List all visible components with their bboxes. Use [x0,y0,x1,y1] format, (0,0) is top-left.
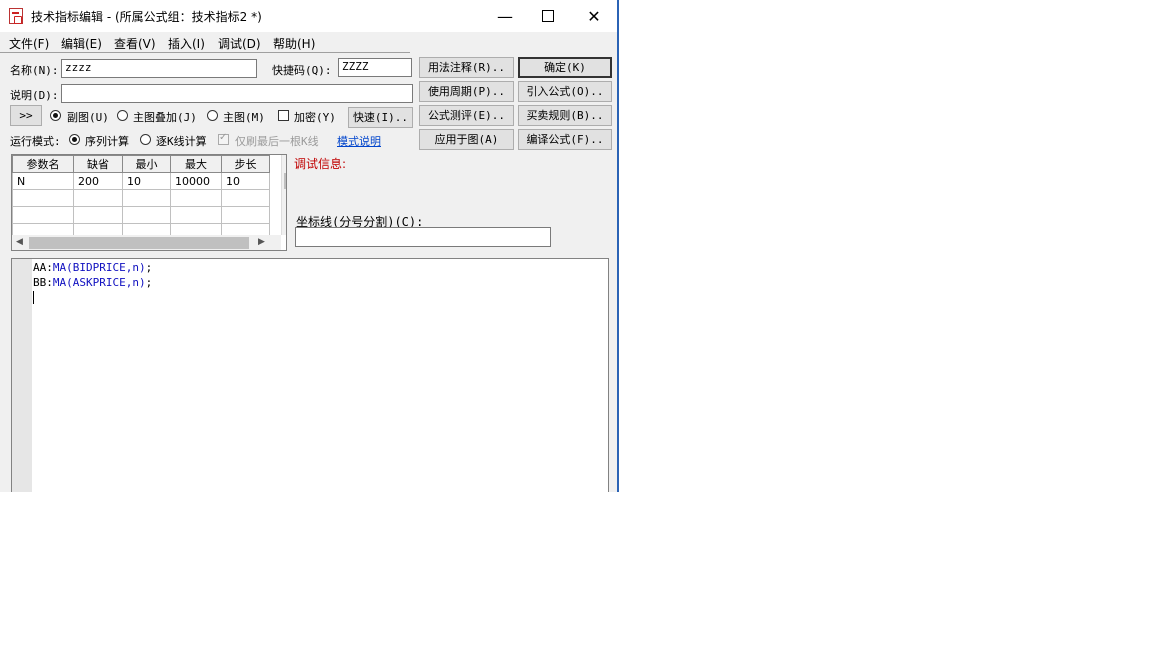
mode-help-link[interactable]: 模式说明 [337,133,381,149]
menu-debug[interactable]: 调试(D) [218,35,261,52]
expand-button[interactable]: >> [10,105,42,126]
quick-button[interactable]: 快速(I).. [348,107,413,128]
formula-code-editor[interactable]: AA:MA(BIDPRICE,n); BB:MA(ASKPRICE,n); [11,258,609,492]
param-header-max: 最大 [170,155,222,173]
description-field[interactable] [61,84,413,103]
shortcut-field[interactable]: ZZZZ [338,58,412,77]
encrypt-label: 加密(Y) [294,111,336,124]
param-header-default: 缺省 [73,155,123,173]
name-field[interactable]: zzzz [61,59,257,78]
subchart-label: 副图(U) [67,111,109,124]
param-cell[interactable]: N [12,172,74,190]
text-caret [33,291,34,304]
table-vertical-scrollbar[interactable]: ▲ ▼ [281,155,287,235]
formula-test-button[interactable]: 公式测评(E).. [419,105,514,126]
scroll-right-icon[interactable]: ▶ [258,237,265,247]
close-icon: ✕ [587,6,601,26]
maximize-button[interactable] [525,0,571,32]
trade-rule-button[interactable]: 买卖规则(B).. [518,105,612,126]
scroll-left-icon[interactable]: ◀ [16,237,23,247]
title-bar: 技术指标编辑 - (所属公式组：技术指标2 *) — ✕ [0,0,617,32]
bykline-calc-radio[interactable] [140,134,151,145]
scroll-up-icon[interactable]: ▲ [286,157,287,167]
table-row[interactable]: N 200 10 10000 10 [12,172,270,190]
sequence-calc-radio[interactable] [69,134,80,145]
code-line-1[interactable]: AA:MA(BIDPRICE,n); [33,261,152,274]
axis-lines-field[interactable] [295,227,551,247]
period-button[interactable]: 使用周期(P).. [419,81,514,102]
param-cell[interactable]: 10000 [170,172,222,190]
scroll-thumb[interactable] [29,237,249,249]
overlay-radio[interactable] [117,110,128,121]
last-bar-only-label: 仅刷最后一根K线 [235,135,319,148]
param-header-step: 步长 [221,155,270,173]
import-formula-button[interactable]: 引入公式(O).. [518,81,612,102]
menu-separator [0,52,410,53]
close-button[interactable]: ✕ [571,0,617,32]
editor-gutter [12,259,32,492]
name-label: 名称(N): [10,64,59,77]
param-header-min: 最小 [122,155,171,173]
menu-help[interactable]: 帮助(H) [273,35,315,52]
usage-note-button[interactable]: 用法注释(R).. [419,57,514,78]
window-title: 技术指标编辑 - (所属公式组：技术指标2 *) [31,10,262,24]
minimize-icon: — [497,6,513,26]
app-icon [9,8,23,24]
table-horizontal-scrollbar[interactable]: ◀ ▶ [12,235,281,250]
last-bar-only-checkbox [218,132,229,145]
param-cell[interactable]: 200 [73,172,123,190]
apply-to-chart-button[interactable]: 应用于图(A) [419,129,514,150]
description-label: 说明(D): [10,89,59,102]
table-row[interactable] [12,206,270,224]
parameter-table[interactable]: 参数名 缺省 最小 最大 步长 N 200 10 10000 10 ▲ ▼ ◀ [11,154,287,251]
encrypt-checkbox[interactable] [278,110,289,121]
menu-insert[interactable]: 插入(I) [168,35,205,52]
window-border [617,0,619,492]
overlay-label: 主图叠加(J) [133,111,197,124]
debug-info-label: 调试信息: [294,157,347,171]
shortcut-label: 快捷码(Q): [272,64,332,77]
scroll-thumb[interactable] [284,173,286,189]
compile-formula-button[interactable]: 编译公式(F).. [518,129,612,150]
formula-editor-window: 技术指标编辑 - (所属公式组：技术指标2 *) — ✕ 文件(F) 编辑(E)… [0,0,619,492]
maximize-icon [542,10,554,22]
table-row[interactable] [12,189,270,207]
menu-edit[interactable]: 编辑(E) [61,35,102,52]
menu-view[interactable]: 查看(V) [114,35,156,52]
menu-bar: 文件(F) 编辑(E) 查看(V) 插入(I) 调试(D) 帮助(H) [0,32,617,52]
mainchart-label: 主图(M) [223,111,265,124]
param-cell[interactable]: 10 [122,172,171,190]
minimize-button[interactable]: — [482,0,528,32]
bykline-calc-label: 逐K线计算 [156,135,207,148]
scroll-down-icon[interactable]: ▼ [286,219,287,229]
code-line-2[interactable]: BB:MA(ASKPRICE,n); [33,276,152,289]
run-mode-label: 运行模式: [10,135,61,148]
param-cell[interactable]: 10 [221,172,270,190]
ok-button[interactable]: 确定(K) [518,57,612,78]
subchart-radio[interactable] [50,110,61,121]
sequence-calc-label: 序列计算 [85,135,129,148]
param-header-name: 参数名 [12,155,74,173]
menu-file[interactable]: 文件(F) [9,35,49,52]
mainchart-radio[interactable] [207,110,218,121]
